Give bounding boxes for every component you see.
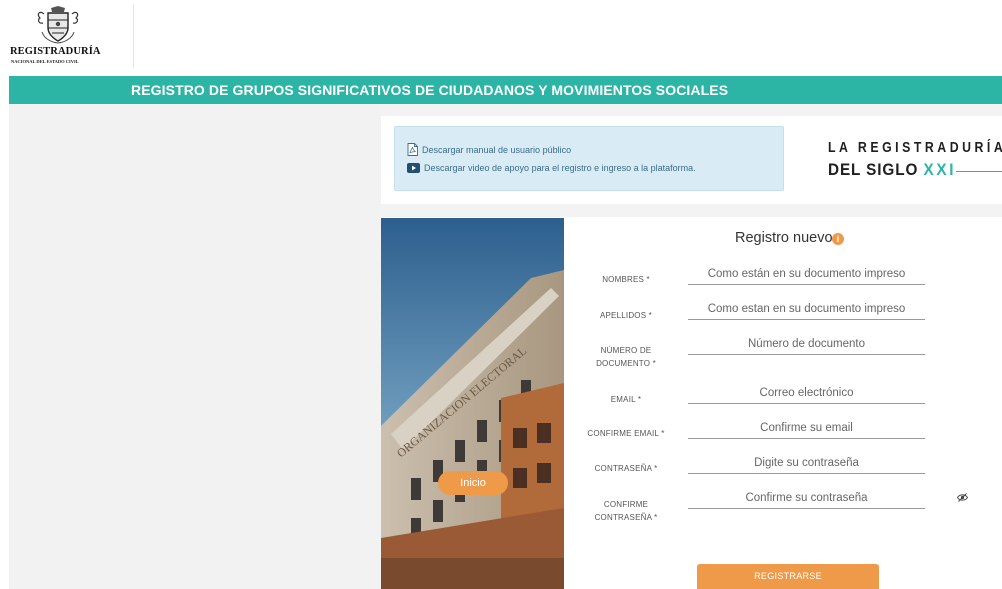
brand-line-2-prefix: DEL SIGLO	[828, 160, 924, 179]
confirme-contrasena-input[interactable]	[688, 487, 925, 509]
inicio-button[interactable]: Inicio	[438, 471, 508, 495]
brand-line-1: LA REGISTRADURÍA	[828, 139, 1002, 156]
header-divider	[133, 4, 134, 68]
logo-wordmark: REGISTRADURÍA	[10, 46, 101, 57]
label-confirme-contrasena: CONFIRME CONTRASEÑA *	[582, 498, 670, 524]
label-numero-documento-line1: NÚMERO DE	[600, 346, 652, 355]
download-manual-link[interactable]: Descargar manual de usuario público	[407, 143, 571, 156]
pdf-icon	[407, 143, 418, 156]
logo-subtitle: NACIONAL DEL ESTADO CIVIL	[11, 59, 79, 64]
label-confirme-email: CONFIRME EMAIL *	[587, 429, 665, 438]
download-video-label: Descargar video de apoyo para el registr…	[424, 163, 696, 173]
title-bar: REGISTRO DE GRUPOS SIGNIFICATIVOS DE CIU…	[9, 76, 1002, 104]
video-play-icon	[407, 163, 420, 173]
brand-line-2: DEL SIGLO XXI	[828, 160, 956, 180]
left-panel	[9, 104, 381, 589]
label-numero-documento-line2: DOCUMENTO *	[596, 359, 656, 368]
info-icon[interactable]: i	[832, 233, 844, 245]
label-numero-documento: NÚMERO DE DOCUMENTO *	[582, 344, 670, 370]
brand-rule	[956, 171, 1002, 172]
download-manual-label: Descargar manual de usuario público	[422, 144, 572, 155]
register-button[interactable]: REGISTRARSE	[697, 564, 879, 589]
apellidos-input[interactable]	[688, 298, 925, 320]
eye-slash-icon[interactable]	[957, 493, 968, 502]
download-video-link[interactable]: Descargar video de apoyo para el registr…	[407, 163, 696, 173]
label-contrasena: CONTRASEÑA *	[594, 464, 658, 473]
label-confirme-contrasena-line1: CONFIRME	[603, 500, 649, 509]
confirme-email-input[interactable]	[688, 417, 925, 439]
label-confirme-contrasena-line2: CONTRASEÑA *	[594, 513, 658, 522]
form-title: Registro nuevo	[735, 230, 833, 246]
building-photo: ORGANIZACION ELECTORAL	[381, 218, 564, 589]
brand-slogan: LA REGISTRADURÍA DEL SIGLO XXI	[828, 139, 1002, 189]
building-photo-illustration: ORGANIZACION ELECTORAL	[381, 218, 564, 589]
coat-of-arms-icon	[37, 6, 79, 44]
label-apellidos: APELLIDOS *	[599, 311, 652, 320]
label-nombres: NOMBRES *	[602, 275, 650, 284]
label-email: EMAIL *	[610, 395, 642, 404]
nombres-input[interactable]	[688, 263, 925, 285]
downloads-box: Descargar manual de usuario público Desc…	[394, 126, 784, 191]
top-header: REGISTRADURÍA NACIONAL DEL ESTADO CIVIL	[0, 0, 1002, 76]
contrasena-input[interactable]	[688, 452, 925, 474]
page-title: REGISTRO DE GRUPOS SIGNIFICATIVOS DE CIU…	[131, 82, 729, 98]
numero-documento-input[interactable]	[688, 333, 925, 355]
brand-line-2-accent: XXI	[923, 160, 957, 179]
registraduria-logo[interactable]: REGISTRADURÍA NACIONAL DEL ESTADO CIVIL	[10, 6, 120, 66]
email-input[interactable]	[688, 382, 925, 404]
